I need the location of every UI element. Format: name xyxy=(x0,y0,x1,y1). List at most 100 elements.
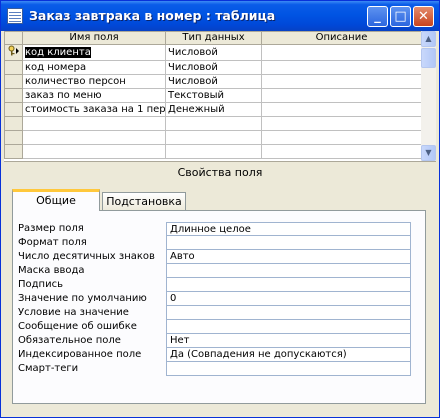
row-selector[interactable] xyxy=(4,60,23,75)
field-name-cell[interactable]: стоимость заказа на 1 перс xyxy=(22,102,166,117)
table-row[interactable]: заказ по меню Текстовый xyxy=(4,88,422,103)
property-row: Сообщение об ошибке xyxy=(18,320,413,334)
scroll-up-button[interactable]: ▲ xyxy=(421,31,436,47)
row-selector[interactable] xyxy=(4,116,23,131)
table-icon xyxy=(7,8,23,24)
property-value[interactable]: Авто xyxy=(166,250,411,264)
property-label: Маска ввода xyxy=(18,265,85,276)
property-row: Подпись xyxy=(18,278,413,292)
tab-lookup[interactable]: Подстановка xyxy=(102,192,186,211)
data-type-cell[interactable]: Числовой xyxy=(165,74,262,89)
property-value[interactable] xyxy=(166,306,411,320)
property-row: Смарт-теги xyxy=(18,362,413,376)
vertical-scrollbar[interactable]: ▲ ▼ xyxy=(421,31,436,161)
data-type-cell[interactable] xyxy=(165,144,262,159)
field-grid: Имя поля Тип данных Описание код клиента xyxy=(4,31,422,161)
row-selector[interactable] xyxy=(4,102,23,117)
field-name-cell[interactable] xyxy=(22,116,166,131)
row-selector[interactable] xyxy=(4,74,23,89)
property-label: Смарт-теги xyxy=(18,363,79,374)
tab-general[interactable]: Общие xyxy=(12,189,100,211)
description-cell[interactable] xyxy=(261,144,422,159)
property-label: Значение по умолчанию xyxy=(18,293,147,304)
property-value[interactable] xyxy=(166,236,411,250)
data-type-cell[interactable] xyxy=(165,116,262,131)
empty-row[interactable] xyxy=(4,116,422,131)
property-row: Размер поля Длинное целое xyxy=(18,222,413,236)
property-label: Сообщение об ошибке xyxy=(18,321,137,332)
description-cell[interactable] xyxy=(261,116,422,131)
maximize-icon: □ xyxy=(394,9,407,24)
property-row: Обязательное поле Нет xyxy=(18,334,413,348)
description-cell[interactable] xyxy=(261,60,422,75)
data-type-cell[interactable]: Текстовый xyxy=(165,88,262,103)
property-row: Условие на значение xyxy=(18,306,413,320)
chevron-down-icon: ▼ xyxy=(425,148,432,157)
column-header-field-name[interactable]: Имя поля xyxy=(22,31,166,45)
property-label: Формат поля xyxy=(18,237,87,248)
field-properties-caption: Свойства поля xyxy=(177,166,263,179)
table-design-window: Заказ завтрака в номер : таблица _ □ ✕ И… xyxy=(0,0,440,418)
table-row[interactable]: количество персон Числовой xyxy=(4,74,422,89)
table-row[interactable]: код клиента Числовой xyxy=(4,44,422,61)
description-cell[interactable] xyxy=(261,88,422,103)
scroll-down-button[interactable]: ▼ xyxy=(421,145,436,161)
property-label: Подпись xyxy=(18,279,63,290)
close-button[interactable]: ✕ xyxy=(413,6,434,27)
description-cell[interactable] xyxy=(261,74,422,89)
property-value[interactable] xyxy=(166,320,411,334)
property-row: Число десятичных знаков Авто xyxy=(18,250,413,264)
empty-row[interactable] xyxy=(4,130,422,145)
property-row: Значение по умолчанию 0 xyxy=(18,292,413,306)
field-name-cell[interactable]: количество персон xyxy=(22,74,166,89)
close-icon: ✕ xyxy=(418,9,429,24)
window-title: Заказ завтрака в номер : таблица xyxy=(29,8,276,23)
chevron-up-icon: ▲ xyxy=(425,34,432,43)
key-icon xyxy=(8,45,19,56)
property-label: Обязательное поле xyxy=(18,335,121,346)
maximize-button[interactable]: □ xyxy=(390,6,411,27)
data-type-cell[interactable]: Числовой xyxy=(165,60,262,75)
field-name-cell[interactable]: код клиента xyxy=(22,44,166,61)
field-name-cell[interactable]: заказ по меню xyxy=(22,88,166,103)
table-row[interactable]: код номера Числовой xyxy=(4,60,422,75)
property-value[interactable]: Нет xyxy=(166,334,411,348)
title-bar[interactable]: Заказ завтрака в номер : таблица _ □ ✕ xyxy=(1,1,439,31)
field-name-cell[interactable]: код номера xyxy=(22,60,166,75)
property-value[interactable]: Да (Совпадения не допускаются) xyxy=(166,348,411,362)
data-type-cell[interactable] xyxy=(165,130,262,145)
property-row: Формат поля xyxy=(18,236,413,250)
scroll-thumb[interactable] xyxy=(421,48,436,68)
row-selector[interactable] xyxy=(4,144,23,159)
column-header-data-type[interactable]: Тип данных xyxy=(165,31,262,45)
description-cell[interactable] xyxy=(261,130,422,145)
table-row[interactable]: стоимость заказа на 1 перс Денежный xyxy=(4,102,422,117)
property-label: Число десятичных знаков xyxy=(18,251,155,262)
data-type-cell[interactable]: Денежный xyxy=(165,102,262,117)
field-name-cell[interactable] xyxy=(22,144,166,159)
row-selector[interactable] xyxy=(4,88,23,103)
property-value[interactable] xyxy=(166,362,411,376)
properties-panel: Размер поля Длинное целое Формат поля Чи… xyxy=(12,210,426,404)
field-properties-area: Свойства поля Общие Подстановка Размер п… xyxy=(4,161,436,416)
minimize-icon: _ xyxy=(374,9,381,24)
row-selector[interactable] xyxy=(4,130,23,145)
design-view: Имя поля Тип данных Описание код клиента xyxy=(4,31,436,416)
minimize-button[interactable]: _ xyxy=(367,6,388,27)
property-value[interactable]: Длинное целое xyxy=(166,222,411,236)
column-header-description[interactable]: Описание xyxy=(261,31,422,45)
description-cell[interactable] xyxy=(261,44,422,61)
property-row: Индексированное поле Да (Совпадения не д… xyxy=(18,348,413,362)
property-value[interactable] xyxy=(166,278,411,292)
description-cell[interactable] xyxy=(261,102,422,117)
property-row: Маска ввода xyxy=(18,264,413,278)
field-name-cell[interactable] xyxy=(22,130,166,145)
row-selector[interactable] xyxy=(4,44,23,61)
property-value[interactable]: 0 xyxy=(166,292,411,306)
data-type-cell[interactable]: Числовой xyxy=(165,44,262,61)
property-label: Индексированное поле xyxy=(18,349,142,360)
property-label: Условие на значение xyxy=(18,307,129,318)
empty-row[interactable] xyxy=(4,144,422,159)
grid-header-row: Имя поля Тип данных Описание xyxy=(4,31,422,45)
property-value[interactable] xyxy=(166,264,411,278)
